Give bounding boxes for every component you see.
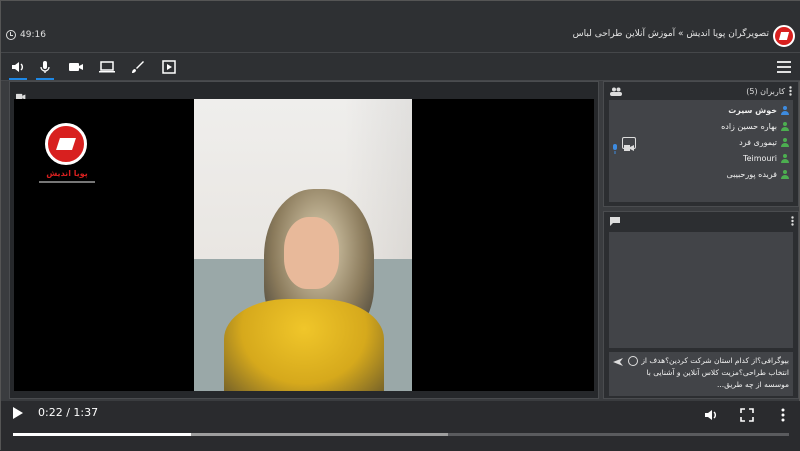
users-panel-title: کاربران (5) <box>746 86 785 96</box>
chat-messages <box>609 232 793 348</box>
watermark-logo-text: پویا اندیش <box>46 169 88 178</box>
clock-time: 49:16 <box>20 30 46 40</box>
session-clock: 49:16 <box>6 30 46 40</box>
chat-panel: بیوگرافی؟از کدام استان شرکت کردین؟هدف از… <box>603 211 799 399</box>
time-separator: / <box>66 406 70 419</box>
user-icon <box>781 169 789 179</box>
list-item[interactable]: تیموری فرد <box>739 135 789 149</box>
users-list: خوش سیرت بهاره حسین زاده تیموری فرد Teim… <box>609 100 793 202</box>
app-window: 49:16 تصویرگران پویا اندیش » آموزش آنلای… <box>0 0 800 451</box>
microphone-icon[interactable] <box>36 59 54 80</box>
user-camera-icon <box>622 137 636 151</box>
more-vert-icon[interactable] <box>789 86 792 96</box>
seek-bar[interactable] <box>13 433 789 436</box>
watermark-underline <box>39 181 95 183</box>
play-icon[interactable] <box>13 407 23 419</box>
fullscreen-icon[interactable] <box>739 407 755 423</box>
users-panel: کاربران (5) خوش سیرت بهاره حسین زاده تیم… <box>603 81 799 207</box>
user-icon <box>781 121 789 131</box>
watermark-logo-icon <box>45 123 87 165</box>
user-name: تیموری فرد <box>739 137 777 147</box>
video-panel: پویا اندیش <box>9 81 599 399</box>
list-item[interactable]: Teimouri <box>743 151 789 165</box>
top-bar: 49:16 تصویرگران پویا اندیش » آموزش آنلای… <box>1 1 800 53</box>
playback-bar: 0:22 / 1:37 <box>1 401 800 451</box>
chat-input[interactable]: بیوگرافی؟از کدام استان شرکت کردین؟هدف از… <box>609 352 793 396</box>
speaker-dress <box>224 299 384 391</box>
current-time: 0:22 <box>38 406 63 419</box>
played-progress <box>13 433 192 436</box>
send-icon[interactable] <box>613 358 623 366</box>
whiteboard-brush-icon[interactable] <box>130 59 146 75</box>
user-icon <box>781 153 789 163</box>
chat-panel-header <box>610 216 794 226</box>
more-vert-icon[interactable] <box>775 407 791 423</box>
hamburger-menu-icon[interactable] <box>777 61 791 73</box>
user-name: فریده پورحبیبی <box>726 169 777 179</box>
more-vert-icon[interactable] <box>791 216 794 226</box>
camera-icon[interactable] <box>68 59 84 75</box>
users-group-icon <box>610 87 622 96</box>
brand-logo-icon[interactable] <box>773 25 795 47</box>
clock-icon <box>6 30 16 40</box>
screen-share-icon[interactable] <box>99 59 115 75</box>
chat-icon <box>610 216 620 226</box>
user-icon <box>781 105 789 115</box>
user-name: Teimouri <box>743 153 777 163</box>
volume-icon[interactable] <box>703 407 719 423</box>
list-item[interactable]: بهاره حسین زاده <box>721 119 789 133</box>
speaker-video-frame <box>194 99 412 391</box>
chat-input-text: بیوگرافی؟از کدام استان شرکت کردین؟هدف از… <box>641 356 789 389</box>
user-name: خوش سیرت <box>728 105 777 115</box>
users-panel-header: کاربران (5) <box>604 82 798 100</box>
user-icon <box>781 137 789 147</box>
speaker-face <box>284 217 339 289</box>
duration: 1:37 <box>73 406 99 419</box>
list-item[interactable]: فریده پورحبیبی <box>727 167 789 181</box>
video-stream[interactable]: پویا اندیش <box>14 99 594 391</box>
user-mic-icon <box>612 139 618 158</box>
playback-time: 0:22 / 1:37 <box>38 406 98 419</box>
page-title: تصویرگران پویا اندیش » آموزش آنلاین طراح… <box>572 29 769 39</box>
user-name: بهاره حسین زاده <box>721 121 777 131</box>
list-item[interactable]: خوش سیرت <box>728 103 789 117</box>
toolbar <box>1 53 800 81</box>
presentation-icon[interactable] <box>161 59 177 75</box>
volume-icon[interactable] <box>9 59 27 80</box>
